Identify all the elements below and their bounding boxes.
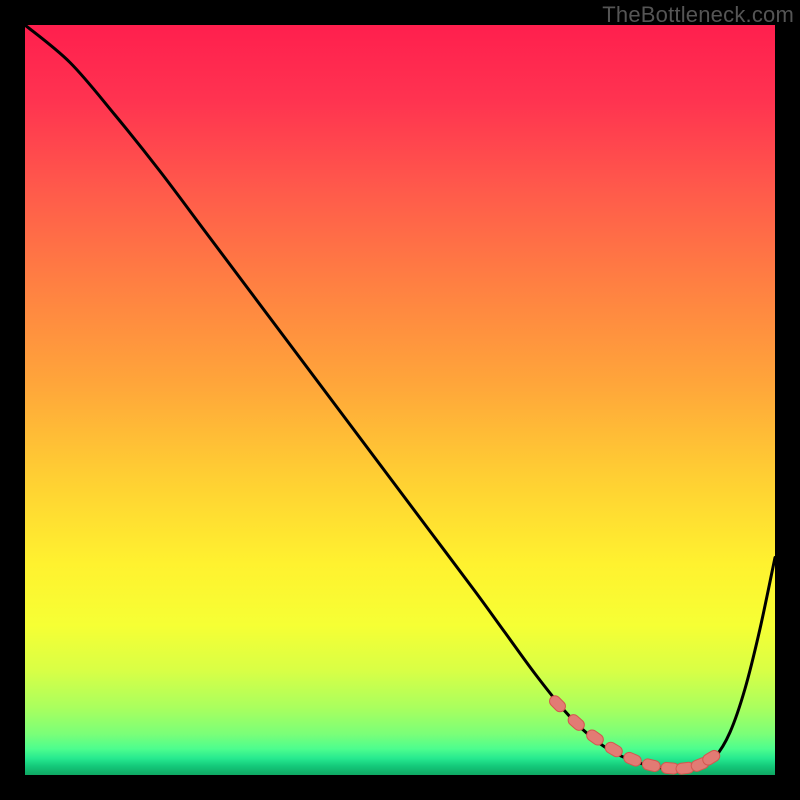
bottleneck-curve	[25, 25, 775, 769]
watermark-text: TheBottleneck.com	[602, 2, 794, 28]
chart-frame: TheBottleneck.com	[0, 0, 800, 800]
curve-layer	[25, 25, 775, 775]
marker-pill	[641, 758, 661, 773]
plot-area	[25, 25, 775, 775]
marker-pill	[622, 751, 643, 768]
curve-markers	[547, 693, 722, 774]
